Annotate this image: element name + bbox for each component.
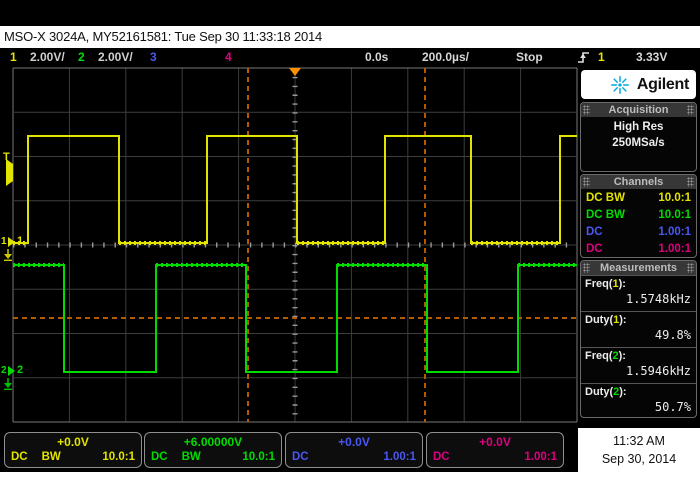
measurement-duty2[interactable]: Duty(2): 50.7% [581,383,696,418]
waveform-plot [0,66,578,428]
right-sidebar: Agilent Acquisition High Res 250MSa/s Ch… [578,66,700,428]
measurement-freq2[interactable]: Freq(2): 1.5946kHz [581,347,696,383]
measurement-freq1[interactable]: Freq(1): 1.5748kHz [581,275,696,311]
horizontal-offset[interactable]: 0.0s [365,48,388,66]
freq1-value: 1.5748kHz [585,291,691,308]
sample-rate: 250MSa/s [581,137,696,149]
measurements-panel: Measurements Freq(1): 1.5748kHz Duty(1):… [580,260,697,418]
instrument-id-text: MSO-X 3024A, MY52161581: Tue Sep 30 11:3… [4,29,322,44]
clock-time: 11:32 AM [578,434,700,448]
ch2-scale[interactable]: 2.00V/ [98,48,133,66]
edge-trigger-rising-icon [577,50,591,64]
agilent-starburst-icon [609,74,631,96]
bottom-margin [0,472,578,500]
status-bar: 1 2.00V/ 2 2.00V/ 3 4 0.0s 200.0µs/ Stop… [0,48,700,66]
waveform-display[interactable]: T 1 1 2 2 [0,66,578,428]
ch3-settings-row[interactable]: DC 1.00:1 [581,223,696,240]
measurements-header[interactable]: Measurements [581,261,696,275]
run-state[interactable]: Stop [516,48,543,66]
clock-area: 11:32 AM Sep 30, 2014 [578,428,700,500]
ch2-ground-symbol-icon [2,378,14,390]
ch2-ground-marker[interactable]: 2 [1,366,15,376]
measurement-duty1[interactable]: Duty(1): 49.8% [581,311,696,347]
ch1-offset: +0.0V [11,434,135,450]
duty2-value: 50.7% [585,399,691,416]
ch3-status-box[interactable]: +0.0V DC1.00:1 [285,432,423,468]
ch1-status-box[interactable]: +0.0V DCBW10.0:1 [4,432,142,468]
ch2-settings-row[interactable]: DC BW 10.0:1 [581,206,696,223]
channels-panel: Channels DC BW 10.0:1 DC BW 10.0:1 DC 1.… [580,174,697,258]
duty1-value: 49.8% [585,327,691,344]
bottom-channel-bar: +0.0V DCBW10.0:1 +6.00000V DCBW10.0:1 +0… [0,428,578,472]
freq2-value: 1.5946kHz [585,363,691,380]
ch2-status-box[interactable]: +6.00000V DCBW10.0:1 [144,432,282,468]
trigger-level-marker-arrow [5,164,13,182]
ch1-scale[interactable]: 2.00V/ [30,48,65,66]
trigger-source[interactable]: 1 [598,48,605,66]
ch2-number[interactable]: 2 [78,48,85,66]
ch4-offset: +0.0V [433,434,557,450]
ch4-number[interactable]: 4 [225,48,232,66]
ch1-ground-marker[interactable]: 1 [1,237,15,247]
ch3-offset: +0.0V [292,434,416,450]
timebase-scale[interactable]: 200.0µs/ [422,48,469,66]
channels-header[interactable]: Channels [581,175,696,189]
instrument-title-bar: MSO-X 3024A, MY52161581: Tue Sep 30 11:3… [0,26,700,48]
acquisition-header[interactable]: Acquisition [581,103,696,117]
acquisition-mode: High Res [581,121,696,133]
brand-panel: Agilent [581,70,696,99]
ch2-offset: +6.00000V [151,434,275,450]
oscilloscope-screen: MSO-X 3024A, MY52161581: Tue Sep 30 11:3… [0,0,700,500]
ch2-trace-label: 2 [17,365,23,376]
ch3-number[interactable]: 3 [150,48,157,66]
clock-date: Sep 30, 2014 [578,452,700,466]
ch1-trace-label: 1 [17,236,23,247]
brand-name: Agilent [637,76,689,94]
ch1-settings-row[interactable]: DC BW 10.0:1 [581,189,696,206]
ch4-status-box[interactable]: +0.0V DC1.00:1 [426,432,564,468]
ch1-ground-symbol-icon [2,249,14,261]
ch1-ground-arrow-icon [8,237,15,247]
acquisition-panel: Acquisition High Res 250MSa/s [580,102,697,172]
ch2-ground-arrow-icon [8,366,15,376]
trigger-level-readout[interactable]: 3.33V [636,48,667,66]
top-margin [0,0,700,26]
ch1-number[interactable]: 1 [10,48,17,66]
ch4-settings-row[interactable]: DC 1.00:1 [581,240,696,257]
